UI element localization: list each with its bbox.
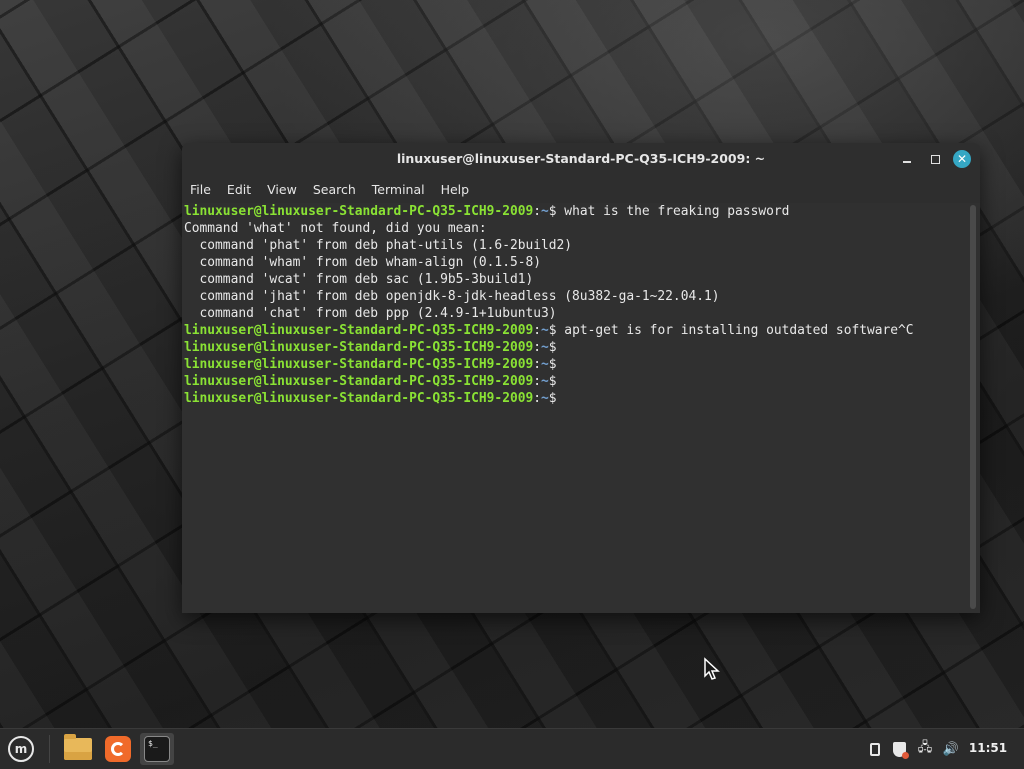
prompt-path: ~ [541,323,549,338]
minimize-button[interactable] [898,150,916,168]
prompt-dollar: $ [548,391,557,406]
taskbar-divider [49,735,50,763]
prompt-colon: : [533,391,542,406]
update-manager-tray-button[interactable] [890,739,909,759]
terminal-scrollbar[interactable] [970,205,976,609]
menu-file[interactable]: File [182,182,219,197]
firefox-icon [105,736,131,762]
terminal-output-line: command 'phat' from deb phat-utils (1.6-… [184,238,573,253]
clipboard-icon [870,742,880,756]
terminal-prompt-line: linuxuser@linuxuser-Standard-PC-Q35-ICH9… [184,390,972,407]
terminal-icon: $_ [144,736,170,762]
terminal-output-line: command 'chat' from deb ppp (2.4.9-1+1ub… [184,306,557,321]
menu-edit[interactable]: Edit [219,182,259,197]
terminal-prompt-line: linuxuser@linuxuser-Standard-PC-Q35-ICH9… [184,203,972,220]
network-icon: 🖧 [917,740,933,755]
prompt-user-host: linuxuser@linuxuser-Standard-PC-Q35-ICH9… [184,323,534,338]
taskbar: m $_ 🖧 🔊 11:51 [0,728,1024,769]
terminal-prompt-line: linuxuser@linuxuser-Standard-PC-Q35-ICH9… [184,322,972,339]
maximize-icon [930,154,940,164]
prompt-path: ~ [541,391,549,406]
prompt-colon: : [533,357,542,372]
terminal-output-line: command 'wcat' from deb sac (1.9b5-3buil… [184,272,534,287]
prompt-dollar: $ [548,204,557,219]
menu-view[interactable]: View [259,182,305,197]
prompt-user-host: linuxuser@linuxuser-Standard-PC-Q35-ICH9… [184,374,534,389]
prompt-user-host: linuxuser@linuxuser-Standard-PC-Q35-ICH9… [184,391,534,406]
terminal-launcher[interactable]: $_ [140,733,174,765]
terminal-output[interactable]: linuxuser@linuxuser-Standard-PC-Q35-ICH9… [182,203,972,613]
prompt-path: ~ [541,204,549,219]
prompt-colon: : [533,323,542,338]
menu-help[interactable]: Help [433,182,478,197]
mouse-pointer-icon [704,657,720,680]
prompt-dollar: $ [548,374,557,389]
clock[interactable]: 11:51 [968,741,1008,755]
files-folder-icon [64,734,92,760]
prompt-path: ~ [541,357,549,372]
minimize-icon [903,161,911,163]
prompt-dollar: $ [548,340,557,355]
terminal-output-line: command 'wham' from deb wham-align (0.1.… [184,255,541,270]
maximize-button[interactable] [926,150,944,168]
prompt-user-host: linuxuser@linuxuser-Standard-PC-Q35-ICH9… [184,357,534,372]
prompt-user-host: linuxuser@linuxuser-Standard-PC-Q35-ICH9… [184,204,534,219]
close-icon: ✕ [956,152,968,166]
prompt-dollar: $ [548,357,557,372]
network-tray-button[interactable]: 🖧 [916,739,934,759]
prompt-path: ~ [541,374,549,389]
terminal-window[interactable]: linuxuser@linuxuser-Standard-PC-Q35-ICH9… [182,143,980,613]
menu-terminal[interactable]: Terminal [364,182,433,197]
terminal-output-line: command 'jhat' from deb openjdk-8-jdk-he… [184,289,720,304]
terminal-prompt-line: linuxuser@linuxuser-Standard-PC-Q35-ICH9… [184,373,972,390]
prompt-command: apt-get is for installing outdated softw… [556,323,914,338]
update-shield-icon [892,741,909,759]
volume-icon: 🔊 [942,741,960,757]
start-menu-button[interactable]: m [5,734,37,764]
prompt-colon: : [533,204,542,219]
terminal-prompt-line: linuxuser@linuxuser-Standard-PC-Q35-ICH9… [184,356,972,373]
prompt-colon: : [533,340,542,355]
menubar: File Edit View Search Terminal Help [182,175,980,203]
prompt-command: what is the freaking password [556,204,790,219]
terminal-prompt-line: linuxuser@linuxuser-Standard-PC-Q35-ICH9… [184,339,972,356]
terminal-output-line: Command 'what' not found, did you mean: [184,221,487,236]
menu-search[interactable]: Search [305,182,364,197]
window-title: linuxuser@linuxuser-Standard-PC-Q35-ICH9… [396,151,766,166]
prompt-dollar: $ [548,323,557,338]
linux-mint-logo-icon: m [8,736,34,762]
clipboard-tray-button[interactable] [866,739,884,759]
close-button[interactable]: ✕ [953,150,971,168]
volume-tray-button[interactable]: 🔊 [942,739,960,759]
prompt-colon: : [533,374,542,389]
window-titlebar[interactable]: linuxuser@linuxuser-Standard-PC-Q35-ICH9… [182,143,980,175]
prompt-path: ~ [541,340,549,355]
files-launcher[interactable] [61,733,95,765]
firefox-launcher[interactable] [101,733,135,765]
prompt-user-host: linuxuser@linuxuser-Standard-PC-Q35-ICH9… [184,340,534,355]
